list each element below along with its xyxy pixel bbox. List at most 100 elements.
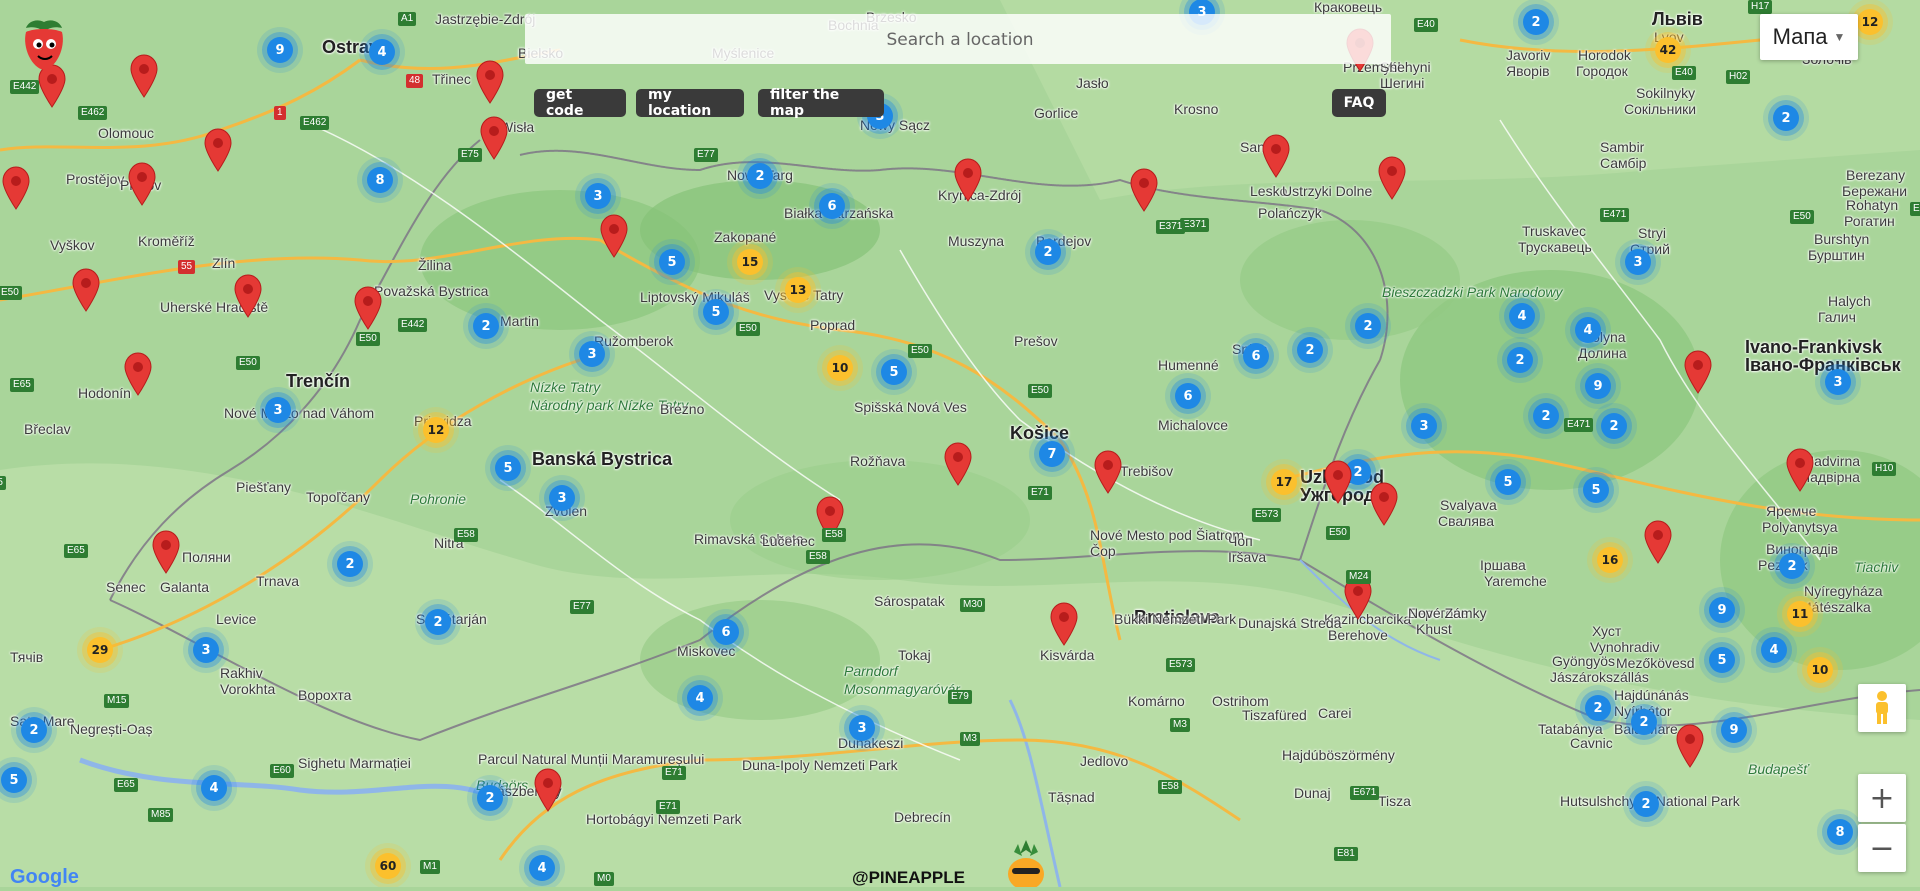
red-map-pin-icon[interactable] xyxy=(475,60,505,104)
red-map-pin-icon[interactable] xyxy=(1323,460,1353,504)
cluster-marker[interactable]: 2 xyxy=(1601,413,1627,439)
cluster-marker[interactable]: 2 xyxy=(1585,695,1611,721)
cluster-marker[interactable]: 5 xyxy=(1,767,27,793)
cluster-marker[interactable]: 5 xyxy=(703,299,729,325)
cluster-marker[interactable]: 15 xyxy=(737,249,763,275)
red-map-pin-icon[interactable] xyxy=(953,158,983,202)
cluster-marker[interactable]: 3 xyxy=(1411,413,1437,439)
cluster-marker[interactable]: 3 xyxy=(579,341,605,367)
my-location-button[interactable]: my location xyxy=(636,87,744,119)
cluster-marker[interactable]: 2 xyxy=(477,785,503,811)
cluster-marker[interactable]: 10 xyxy=(1807,657,1833,683)
cluster-marker[interactable]: 2 xyxy=(1355,313,1381,339)
red-map-pin-icon[interactable] xyxy=(1369,482,1399,526)
cluster-marker[interactable]: 9 xyxy=(267,37,293,63)
cluster-marker[interactable]: 6 xyxy=(819,193,845,219)
cluster-marker[interactable]: 4 xyxy=(687,685,713,711)
red-map-pin-icon[interactable] xyxy=(1261,134,1291,178)
red-map-pin-icon[interactable] xyxy=(1049,602,1079,646)
strawberry-logo-icon[interactable] xyxy=(14,14,74,74)
cluster-marker[interactable]: 10 xyxy=(827,355,853,381)
cluster-marker[interactable]: 11 xyxy=(1787,601,1813,627)
cluster-marker[interactable]: 12 xyxy=(423,417,449,443)
red-map-pin-icon[interactable] xyxy=(533,768,563,812)
cluster-marker[interactable]: 5 xyxy=(1495,469,1521,495)
cluster-marker[interactable]: 2 xyxy=(473,313,499,339)
cluster-marker[interactable]: 8 xyxy=(367,167,393,193)
cluster-marker[interactable]: 5 xyxy=(659,249,685,275)
red-map-pin-icon[interactable] xyxy=(599,214,629,258)
cluster-marker[interactable]: 9 xyxy=(1709,597,1735,623)
red-map-pin-icon[interactable] xyxy=(1675,724,1705,768)
zoom-in-button[interactable]: + xyxy=(1858,774,1906,822)
red-map-pin-icon[interactable] xyxy=(123,352,153,396)
cluster-marker[interactable]: 2 xyxy=(1035,239,1061,265)
cluster-marker[interactable]: 3 xyxy=(849,715,875,741)
filter-map-button[interactable]: filter the map xyxy=(758,87,884,119)
red-map-pin-icon[interactable] xyxy=(1785,448,1815,492)
cluster-marker[interactable]: 3 xyxy=(585,183,611,209)
cluster-marker[interactable]: 2 xyxy=(425,609,451,635)
cluster-marker[interactable]: 2 xyxy=(1507,347,1533,373)
cluster-marker[interactable]: 2 xyxy=(1533,403,1559,429)
map-canvas[interactable]: Jastrzębie-ZdrójOstravaBielskoMyśleniceB… xyxy=(0,0,1920,887)
cluster-marker[interactable]: 42 xyxy=(1655,37,1681,63)
red-map-pin-icon[interactable] xyxy=(353,286,383,330)
cluster-marker[interactable]: 2 xyxy=(1523,9,1549,35)
cluster-marker[interactable]: 2 xyxy=(747,163,773,189)
cluster-marker[interactable]: 4 xyxy=(1509,303,1535,329)
search-input[interactable] xyxy=(525,14,1395,66)
cluster-marker[interactable]: 2 xyxy=(1631,709,1657,735)
cluster-marker[interactable]: 2 xyxy=(1633,791,1659,817)
red-map-pin-icon[interactable] xyxy=(943,442,973,486)
red-map-pin-icon[interactable] xyxy=(1377,156,1407,200)
red-map-pin-icon[interactable] xyxy=(129,54,159,98)
cluster-marker[interactable]: 4 xyxy=(369,39,395,65)
red-map-pin-icon[interactable] xyxy=(479,116,509,160)
cluster-marker[interactable]: 4 xyxy=(1761,637,1787,663)
cluster-marker[interactable]: 7 xyxy=(1039,441,1065,467)
cluster-marker[interactable]: 2 xyxy=(1779,553,1805,579)
cluster-marker[interactable]: 3 xyxy=(193,637,219,663)
cluster-marker[interactable]: 9 xyxy=(1585,373,1611,399)
cluster-marker[interactable]: 12 xyxy=(1857,9,1883,35)
pegman-icon[interactable] xyxy=(1858,684,1906,732)
red-map-pin-icon[interactable] xyxy=(1129,168,1159,212)
red-map-pin-icon[interactable] xyxy=(71,268,101,312)
red-map-pin-icon[interactable] xyxy=(203,128,233,172)
cluster-marker[interactable]: 4 xyxy=(1575,317,1601,343)
cluster-marker[interactable]: 3 xyxy=(1625,249,1651,275)
cluster-marker[interactable]: 2 xyxy=(1297,337,1323,363)
cluster-marker[interactable]: 9 xyxy=(1721,717,1747,743)
get-code-button[interactable]: get code xyxy=(534,87,626,119)
red-map-pin-icon[interactable] xyxy=(1093,450,1123,494)
cluster-marker[interactable]: 5 xyxy=(1583,477,1609,503)
cluster-marker[interactable]: 17 xyxy=(1271,469,1297,495)
cluster-marker[interactable]: 4 xyxy=(201,775,227,801)
cluster-marker[interactable]: 2 xyxy=(1773,105,1799,131)
cluster-marker[interactable]: 3 xyxy=(1825,369,1851,395)
red-map-pin-icon[interactable] xyxy=(1,166,31,210)
cluster-marker[interactable]: 6 xyxy=(713,619,739,645)
cluster-marker[interactable]: 4 xyxy=(529,855,555,881)
cluster-marker[interactable]: 5 xyxy=(881,359,907,385)
cluster-marker[interactable]: 2 xyxy=(21,717,47,743)
red-map-pin-icon[interactable] xyxy=(151,530,181,574)
cluster-marker[interactable]: 60 xyxy=(375,853,401,879)
cluster-marker[interactable]: 3 xyxy=(265,397,291,423)
cluster-marker[interactable]: 13 xyxy=(785,277,811,303)
cluster-marker[interactable]: 29 xyxy=(87,637,113,663)
red-map-pin-icon[interactable] xyxy=(1643,520,1673,564)
red-map-pin-icon[interactable] xyxy=(127,162,157,206)
faq-button[interactable]: FAQ xyxy=(1332,89,1386,117)
cluster-marker[interactable]: 16 xyxy=(1597,547,1623,573)
cluster-marker[interactable]: 3 xyxy=(549,485,575,511)
red-map-pin-icon[interactable] xyxy=(1683,350,1713,394)
cluster-marker[interactable]: 6 xyxy=(1243,343,1269,369)
cluster-marker[interactable]: 2 xyxy=(337,551,363,577)
cluster-marker[interactable]: 8 xyxy=(1827,819,1853,845)
cluster-marker[interactable]: 5 xyxy=(1709,647,1735,673)
cluster-marker[interactable]: 5 xyxy=(495,455,521,481)
zoom-out-button[interactable]: − xyxy=(1858,824,1906,872)
search-box[interactable] xyxy=(525,14,1395,66)
